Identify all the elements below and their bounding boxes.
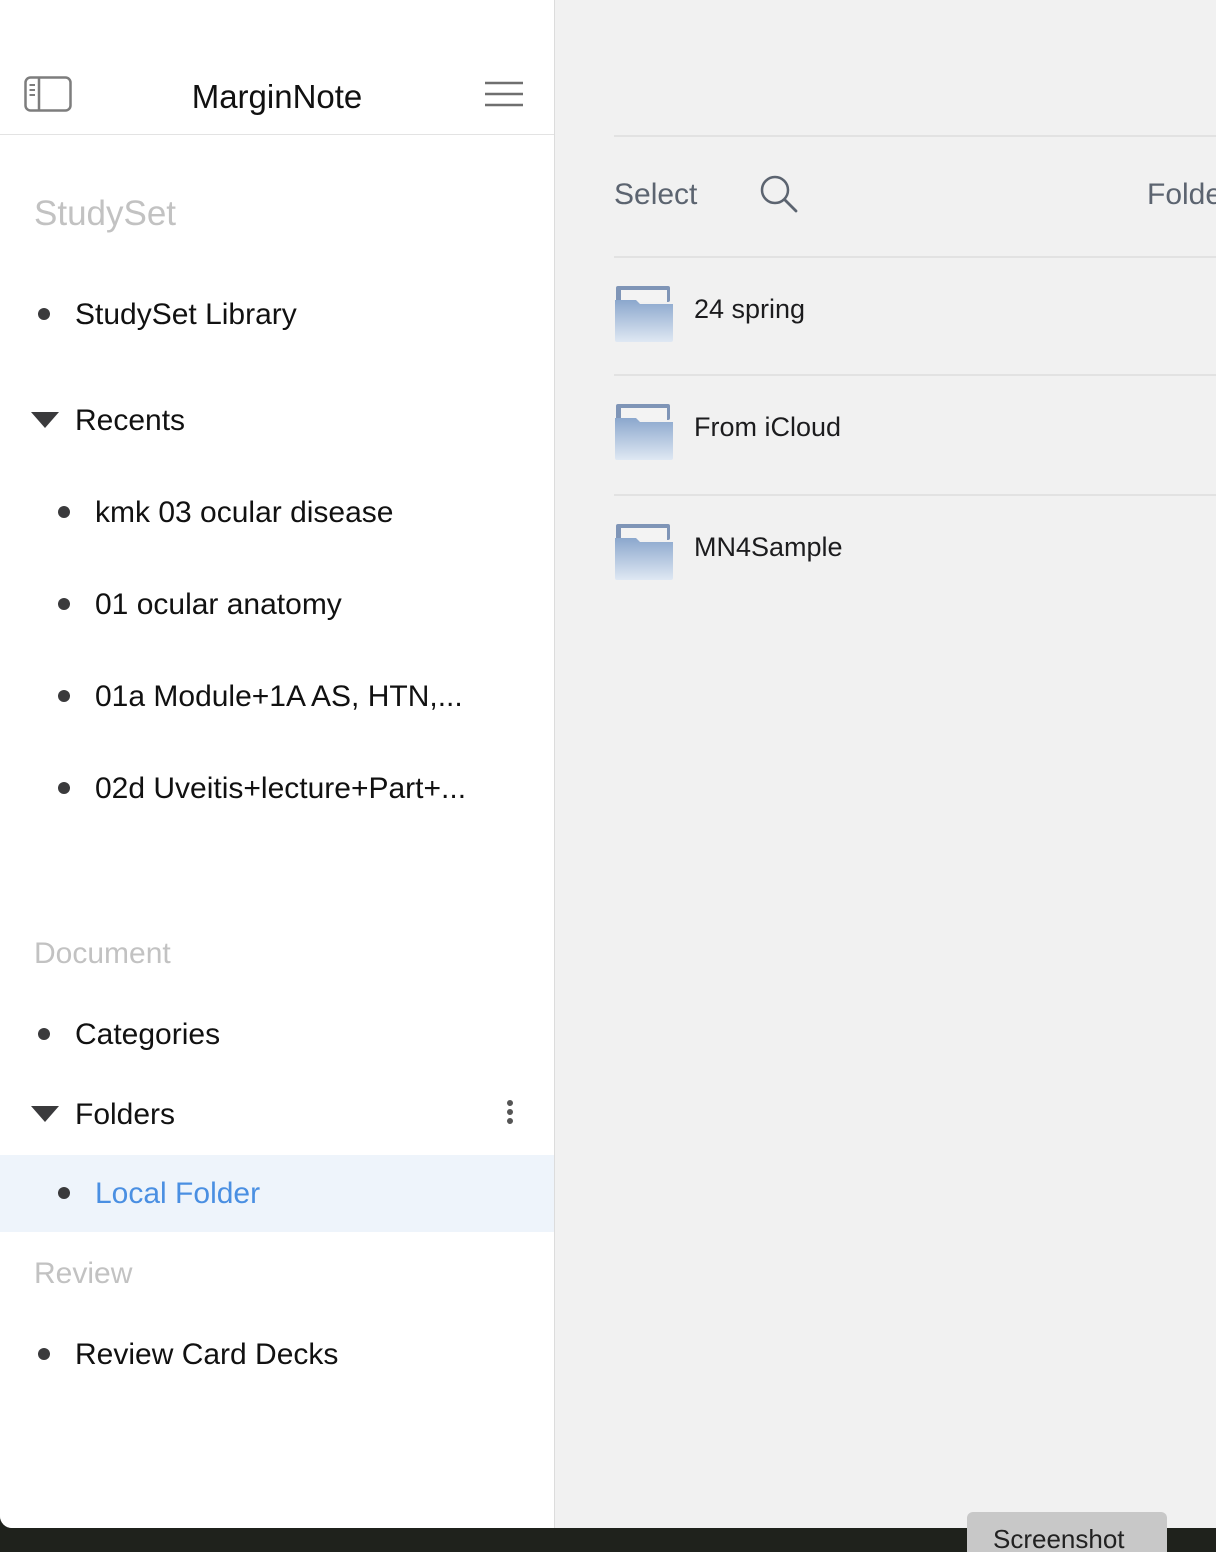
bullet-icon [58,1187,70,1199]
folder-row[interactable]: From iCloud [614,374,1216,494]
divider [614,135,1216,137]
recent-item-label: 02d Uveitis+lecture+Part+... [95,772,467,805]
bullet-icon [38,1348,50,1360]
section-title-review: Review [34,1257,133,1290]
select-button[interactable]: Select [614,178,697,212]
screenshot-label: Screenshot [993,1524,1125,1552]
disclosure-triangle-icon[interactable] [31,1106,59,1122]
sidebar-item-folders[interactable]: Folders [0,1086,554,1142]
folder-name: 24 spring [694,294,806,324]
bullet-icon [38,1028,50,1040]
sidebar-item-studyset-library[interactable]: StudySet Library [0,286,554,342]
recent-item[interactable]: 02d Uveitis+lecture+Part+... [0,760,554,816]
sidebar-item-label: Local Folder [95,1177,261,1210]
folder-icon [615,286,673,342]
disclosure-triangle-icon[interactable] [31,412,59,428]
bullet-icon [38,308,50,320]
folder-button[interactable]: Folde [1147,178,1216,212]
folder-row[interactable]: MN4Sample [614,494,1216,614]
recent-item[interactable]: kmk 03 ocular disease [0,484,554,540]
recent-item[interactable]: 01 ocular anatomy [0,576,554,632]
sidebar: MarginNote StudySet StudySet Library Rec… [0,0,555,1528]
folder-name: From iCloud [694,412,842,442]
main-content: Select Folde 24 spring From iCloud MN4Sa… [555,0,1216,1528]
app-window: MarginNote StudySet StudySet Library Rec… [0,0,1216,1528]
section-title-document: Document [34,937,171,970]
sidebar-item-label: Categories [75,1018,221,1051]
folder-icon [615,524,673,580]
sidebar-item-local-folder[interactable]: Local Folder [0,1155,554,1232]
sidebar-item-label: Recents [75,404,186,437]
recent-item[interactable]: 01a Module+1A AS, HTN,... [0,668,554,724]
sidebar-item-label: Folders [75,1098,176,1131]
folder-row[interactable]: 24 spring [614,256,1216,376]
search-icon[interactable] [759,174,799,214]
bullet-icon [58,598,70,610]
sidebar-item-review-card-decks[interactable]: Review Card Decks [0,1326,554,1382]
bullet-icon [58,690,70,702]
recent-item-label: 01 ocular anatomy [95,588,342,621]
section-title-studyset: StudySet [34,194,177,233]
sidebar-header: MarginNote [0,56,554,135]
more-options-icon[interactable] [504,1100,516,1128]
recent-item-label: 01a Module+1A AS, HTN,... [95,680,463,713]
sidebar-item-label: Review Card Decks [75,1338,339,1371]
bullet-icon [58,782,70,794]
screenshot-thumbnail[interactable]: Screenshot [967,1512,1167,1552]
sidebar-item-categories[interactable]: Categories [0,1006,554,1062]
hamburger-menu-icon[interactable] [484,80,524,108]
folder-icon [615,404,673,460]
recent-item-label: kmk 03 ocular disease [95,496,394,529]
sidebar-item-label: StudySet Library [75,298,297,331]
sidebar-item-recents[interactable]: Recents [0,392,554,448]
bullet-icon [58,506,70,518]
app-title: MarginNote [191,78,363,115]
folder-name: MN4Sample [694,532,843,562]
